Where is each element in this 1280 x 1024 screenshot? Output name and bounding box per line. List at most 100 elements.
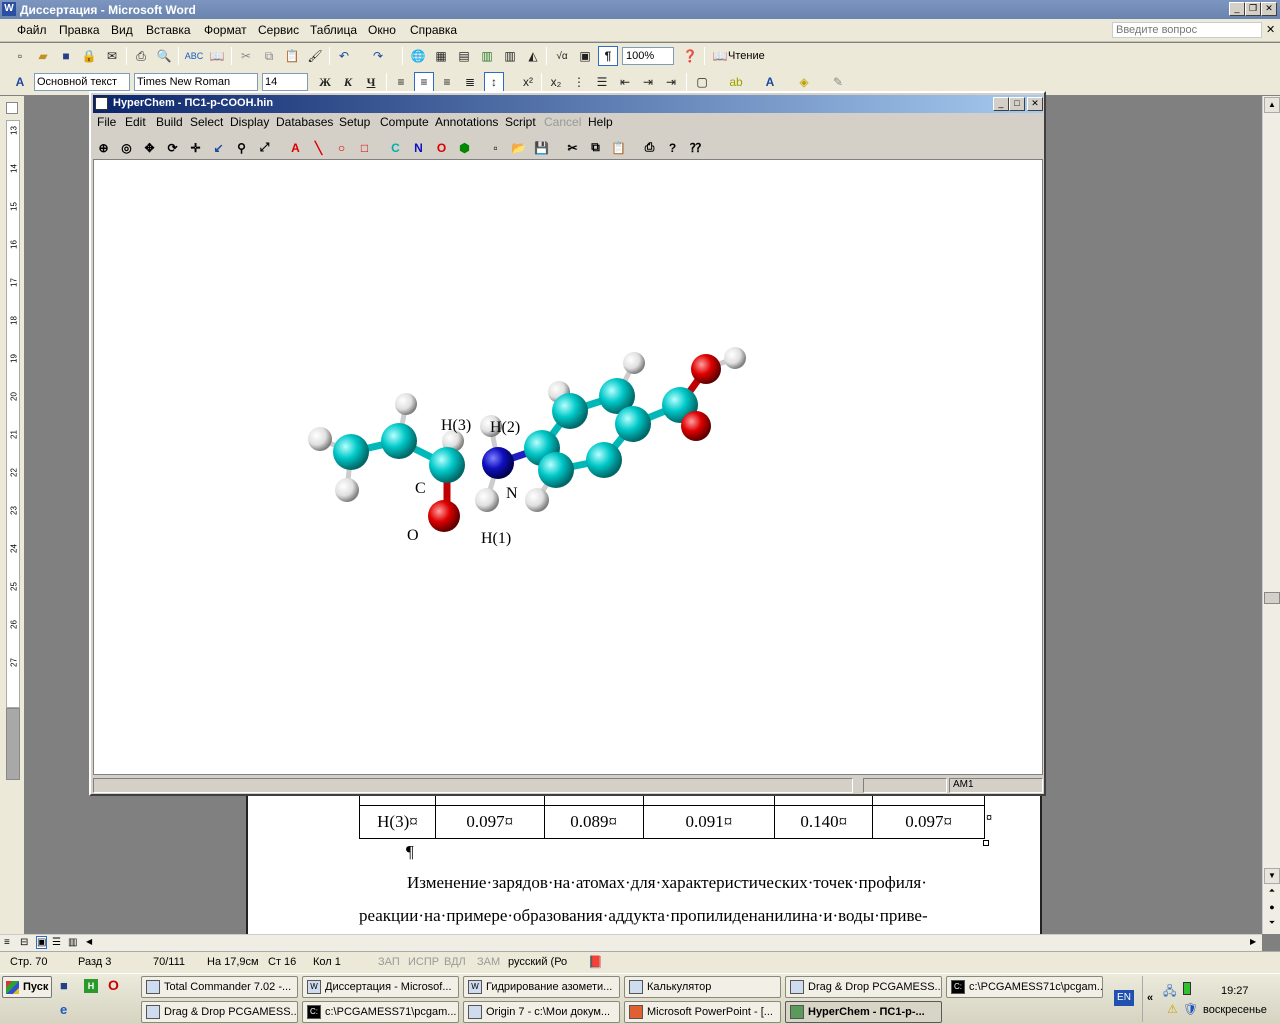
scroll-down-arrow[interactable]: ▼ (1264, 868, 1280, 884)
scroll-left-arrow[interactable]: ◀ (86, 937, 92, 946)
paragraph-line-2[interactable]: реакции·на·примере·образования·аддукта·п… (359, 906, 928, 926)
word-app-icon[interactable]: W (2, 2, 16, 16)
hc-menu-display[interactable]: Display (230, 115, 269, 129)
vertical-scrollbar[interactable]: ▲ ▼ ⏶ ● ⏷ (1262, 96, 1280, 934)
element-c-button[interactable]: C (385, 137, 406, 158)
open-icon[interactable]: ▰ (33, 46, 53, 66)
menu-insert[interactable]: Вставка (146, 23, 191, 37)
security-shield-icon[interactable]: 🛡 (1183, 1002, 1198, 1016)
reading-button[interactable]: Чтение (728, 50, 765, 62)
hc-new-icon[interactable]: ▫ (485, 137, 506, 158)
next-page-icon[interactable]: ⏷ (1264, 918, 1280, 932)
size-select[interactable]: 14 (262, 73, 308, 91)
doc-map-icon[interactable]: √α (552, 46, 572, 66)
increase-indent-icon[interactable]: ⇥ (638, 72, 658, 92)
hc-menu-annotations[interactable]: Annotations (435, 115, 498, 129)
outline-view-icon[interactable]: ☰ (52, 937, 61, 948)
align-left-icon[interactable]: ≡ (391, 72, 411, 92)
menu-tools[interactable]: Сервис (258, 23, 299, 37)
hc-menu-databases[interactable]: Databases (276, 115, 333, 129)
columns-icon[interactable]: ▥ (500, 46, 520, 66)
highlight-icon[interactable]: ab (726, 72, 746, 92)
table-resize-handle[interactable] (983, 840, 989, 846)
web-view-icon[interactable]: ⊟ (20, 937, 28, 948)
hc-copy-icon[interactable]: ⧉ (585, 137, 606, 158)
clock-time[interactable]: 19:27 (1221, 985, 1249, 997)
help-icon[interactable]: ❓ (680, 46, 700, 66)
translate-icon[interactable]: ✛ (185, 137, 206, 158)
table-cell[interactable]: 0.091¤ (642, 805, 776, 839)
task-dragdrop-1[interactable]: Drag & Drop PCGAMESS... (785, 976, 942, 998)
drawing-icon[interactable]: ◭ (523, 46, 543, 66)
task-console-1[interactable]: C: c:\PCGAMESS71c\pcgam... (946, 976, 1103, 998)
bold-button[interactable]: Ж (315, 72, 335, 92)
new-doc-icon[interactable]: ▫ (10, 46, 30, 66)
print-preview-icon[interactable]: 🔍 (154, 46, 174, 66)
element-o-button[interactable]: O (431, 137, 452, 158)
warning-icon[interactable]: ⚠ (1167, 1002, 1178, 1016)
quicklaunch-save-icon[interactable]: ■ (60, 978, 68, 993)
vertical-ruler[interactable]: 13 14 15 16 17 18 19 20 21 22 23 24 25 26 27 (0, 96, 24, 934)
task-origin[interactable]: Origin 7 - c:\Мои докум... (463, 1001, 620, 1023)
insert-excel-icon[interactable]: ▥ (477, 46, 497, 66)
hyperchem-workspace[interactable]: H(3) H(2) C N O H(1) (93, 159, 1043, 775)
clip-icon[interactable]: ⤢ (254, 137, 275, 158)
table-cell[interactable]: 0.089¤ (543, 805, 644, 839)
menu-edit[interactable]: Правка (59, 23, 100, 37)
hc-paste-icon[interactable]: 📋 (608, 137, 629, 158)
prev-page-icon[interactable]: ⏶ (1264, 886, 1280, 900)
translate-z-icon[interactable]: ↙ (208, 137, 229, 158)
align-center-icon[interactable]: ≡ (414, 72, 434, 92)
table-cell-label[interactable]: H(3)¤ (359, 805, 436, 839)
status-rec[interactable]: ЗАП (378, 956, 400, 968)
italic-button[interactable]: К (338, 72, 358, 92)
decrease-indent-icon[interactable]: ⇤ (615, 72, 635, 92)
annotation-rect-icon[interactable]: □ (354, 137, 375, 158)
element-table-icon[interactable]: ⬢ (454, 137, 475, 158)
align-right-icon[interactable]: ≡ (437, 72, 457, 92)
quicklaunch-opera-icon[interactable]: O (108, 977, 119, 993)
hc-menu-build[interactable]: Build (156, 115, 183, 129)
copy-icon[interactable]: ⧉ (259, 46, 279, 66)
hyperchem-close-button[interactable]: ✕ (1027, 97, 1043, 111)
styles-pane-icon[interactable]: A (10, 72, 30, 92)
network-icon[interactable]: 🖧 (1163, 982, 1176, 1003)
hc-menu-select[interactable]: Select (190, 115, 223, 129)
permission-icon[interactable]: 🔒 (79, 46, 99, 66)
menu-window[interactable]: Окно (368, 23, 396, 37)
draw-tool-icon[interactable]: ⊕ (93, 137, 114, 158)
research-icon[interactable]: 📖 (207, 46, 227, 66)
hyperchem-minimize-button[interactable]: _ (993, 97, 1009, 111)
save-icon[interactable]: ■ (56, 46, 76, 66)
status-ext[interactable]: ВДЛ (444, 956, 466, 968)
word-minimize-button[interactable]: _ (1229, 2, 1245, 16)
hyperchem-window[interactable]: HyperChem - ПС1-p-COOH.hin _ □ ✕ File Ed… (89, 91, 1046, 796)
menu-help[interactable]: Справка (410, 23, 457, 37)
battery-icon[interactable] (1183, 982, 1191, 995)
undo-icon[interactable]: ↶ (334, 46, 354, 66)
zoom-select[interactable]: 100% (622, 47, 674, 65)
justify-icon[interactable]: ≣ (460, 72, 480, 92)
indent-icon[interactable]: ⇥ (661, 72, 681, 92)
language-indicator[interactable]: EN (1114, 990, 1134, 1006)
hc-print-icon[interactable]: ⎙ (639, 137, 660, 158)
hc-menu-setup[interactable]: Setup (339, 115, 370, 129)
hyperchem-app-icon[interactable] (95, 97, 108, 110)
rotate-in-icon[interactable]: ⟳ (162, 137, 183, 158)
hc-save-icon[interactable]: 💾 (531, 137, 552, 158)
hyperchem-maximize-button[interactable]: □ (1009, 97, 1025, 111)
task-total-commander[interactable]: Total Commander 7.02 -... (141, 976, 298, 998)
word-close-button[interactable]: ✕ (1261, 2, 1277, 16)
hc-menu-edit[interactable]: Edit (125, 115, 146, 129)
cut-icon[interactable]: ✂ (236, 46, 256, 66)
menu-file[interactable]: Файл (17, 23, 47, 37)
superscript-icon[interactable]: x² (518, 72, 538, 92)
scroll-thumb[interactable] (1264, 592, 1280, 604)
hc-menu-script[interactable]: Script (505, 115, 536, 129)
paint-icon[interactable]: ✎ (828, 72, 848, 92)
table-cell[interactable]: 0.097¤ (872, 805, 985, 839)
task-hyperchem[interactable]: HyperChem - ПС1-p-... (785, 1001, 942, 1023)
font-color-icon[interactable]: A (760, 72, 780, 92)
browse-object-icon[interactable]: ● (1264, 902, 1280, 916)
word-title-bar[interactable]: W Диссертация - Microsoft Word _ ❐ ✕ (0, 0, 1280, 19)
